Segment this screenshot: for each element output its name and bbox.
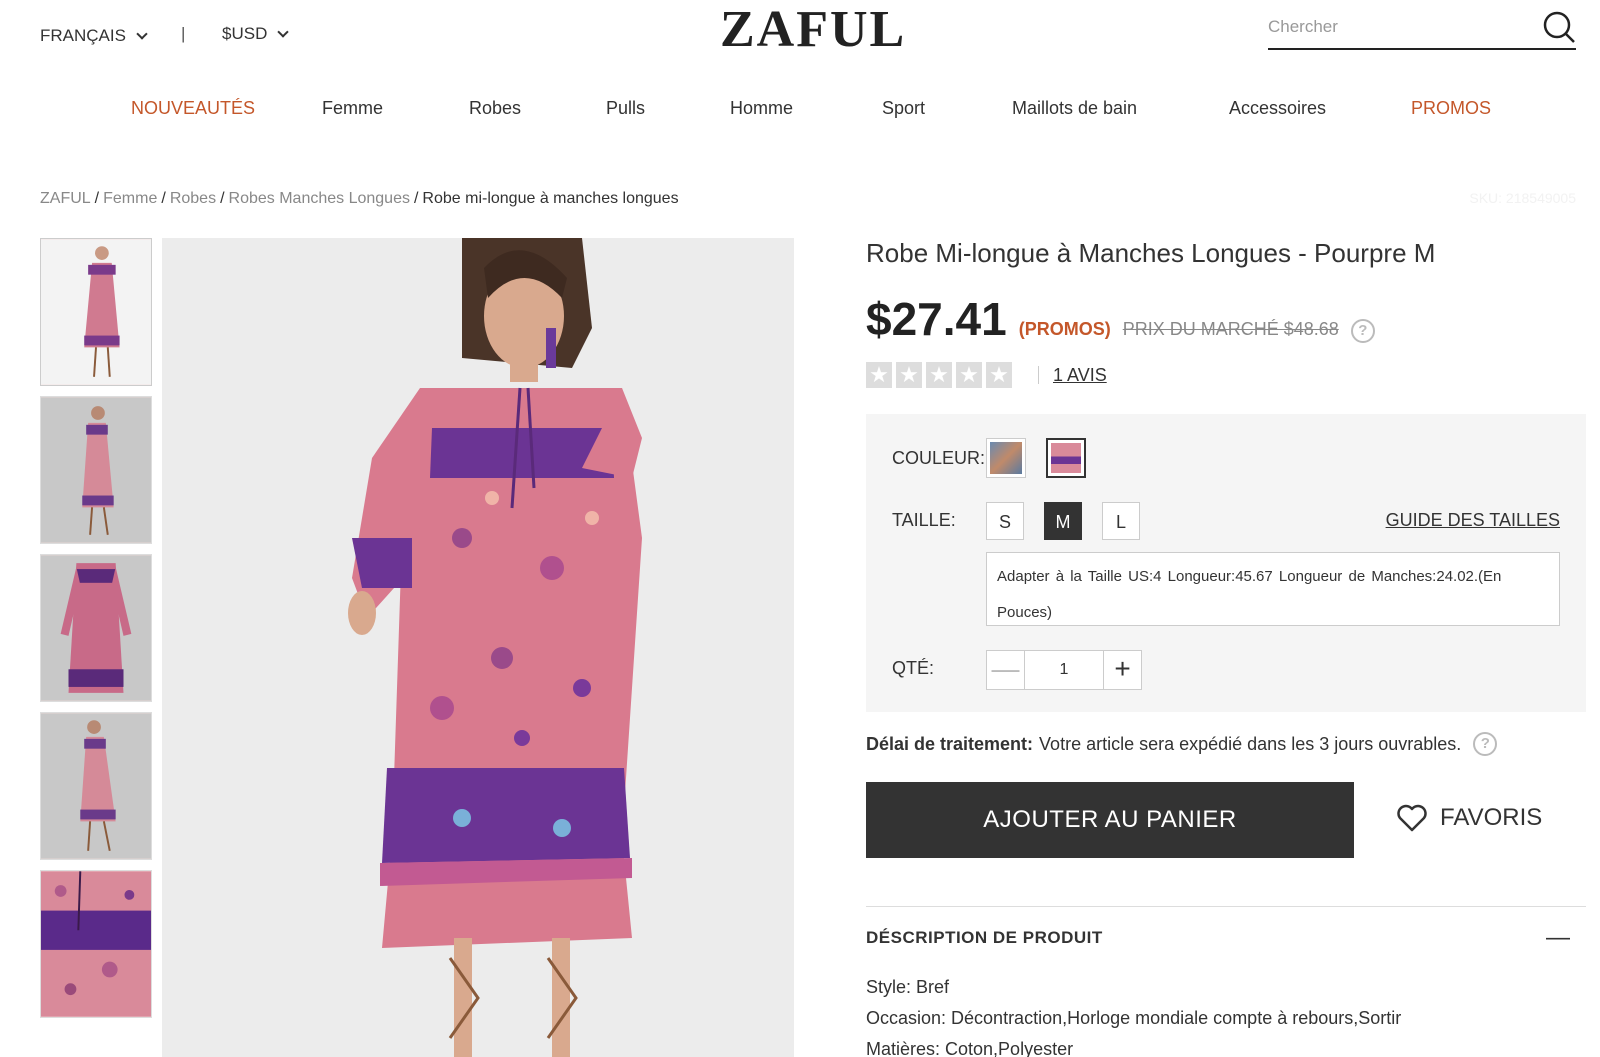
help-icon[interactable]: ? (1473, 732, 1498, 756)
qty-input[interactable] (1025, 651, 1103, 689)
nav-item-accessoires[interactable]: Accessoires (1229, 98, 1326, 119)
rating-row: ★ ★ ★ ★ ★ 1 AVIS (866, 362, 1107, 388)
description-item: Occasion: Décontraction,Horloge mondiale… (866, 1008, 1402, 1028)
nav-item-pulls[interactable]: Pulls (606, 98, 645, 119)
options-panel: COULEUR: TAILLE: S M L GUIDE DES TAILLES… (866, 414, 1586, 712)
processing-time-text: Votre article sera expédié dans les 3 jo… (1039, 733, 1462, 754)
nav-item-nouveautes[interactable]: NOUVEAUTÉS (131, 98, 255, 119)
size-guide-link[interactable]: GUIDE DES TAILLES (1386, 510, 1560, 531)
favorites-button[interactable]: FAVORIS (1396, 804, 1542, 832)
nav-item-maillots[interactable]: Maillots de bain (1012, 98, 1137, 119)
search-input[interactable] (1268, 10, 1528, 44)
description-list: Style: Bref Occasion: Décontraction,Horl… (866, 972, 1401, 1057)
star-icon: ★ (866, 362, 892, 388)
quantity-stepper: — + (986, 650, 1142, 690)
language-label: FRANÇAIS (40, 26, 126, 45)
sku-text: SKU: 218549005 (1469, 190, 1576, 206)
star-icon: ★ (896, 362, 922, 388)
processing-time-label: Délai de traitement: (866, 733, 1034, 754)
breadcrumb-link[interactable]: Robes Manches Longues (229, 190, 410, 207)
thumbnail-image[interactable] (40, 712, 152, 860)
processing-time: Délai de traitement: Votre article sera … (866, 732, 1498, 756)
currency-selector[interactable]: $USD (222, 24, 290, 44)
breadcrumb-separator: / (161, 190, 166, 207)
product-main-image[interactable] (162, 238, 794, 1057)
language-selector[interactable]: FRANÇAIS (40, 26, 148, 46)
heart-icon (1397, 804, 1427, 832)
description-item: Matières: Coton,Polyester (866, 1039, 1074, 1057)
breadcrumb-link[interactable]: ZAFUL (40, 190, 91, 207)
breadcrumb-link[interactable]: Robes (170, 190, 216, 207)
nav-item-femme[interactable]: Femme (322, 98, 383, 119)
thumbnail-image[interactable] (40, 554, 152, 702)
nav-item-robes[interactable]: Robes (469, 98, 521, 119)
thumbnail-image[interactable] (40, 238, 152, 386)
price-row: $27.41 (PROMOS) PRIX DU MARCHÉ $48.68 ? (866, 292, 1375, 346)
header-separator: | (181, 24, 186, 43)
breadcrumb-current: Robe mi-longue à manches longues (422, 190, 679, 207)
color-swatch-blue[interactable] (986, 438, 1026, 478)
chevron-down-icon (277, 26, 290, 38)
reviews-link[interactable]: 1 AVIS (1053, 365, 1107, 386)
search-box (1268, 10, 1576, 50)
star-icon: ★ (986, 362, 1012, 388)
size-option-m[interactable]: M (1044, 502, 1082, 540)
size-info-box: Adapter à la Taille US:4 Longueur:45.67 … (986, 552, 1560, 626)
currency-label: $USD (222, 24, 268, 43)
nav-item-homme[interactable]: Homme (730, 98, 793, 119)
help-icon[interactable]: ? (1350, 319, 1375, 343)
star-icon: ★ (956, 362, 982, 388)
breadcrumb: ZAFUL / Femme / Robes / Robes Manches Longues /… (40, 190, 679, 208)
rating-separator (1038, 366, 1039, 384)
main-nav: NOUVEAUTÉS Femme Robes Pulls Homme Sport… (0, 98, 1600, 126)
product-info: Robe Mi-longue à Manches Longues - Pourp… (866, 238, 1586, 1057)
color-swatch-purple[interactable] (1046, 438, 1086, 478)
nav-item-promos[interactable]: PROMOS (1411, 98, 1491, 119)
divider (866, 906, 1586, 907)
qty-decrease-button[interactable]: — (987, 651, 1025, 689)
breadcrumb-separator: / (220, 190, 225, 207)
collapse-icon[interactable]: — (1546, 924, 1570, 952)
star-icon: ★ (926, 362, 952, 388)
add-to-cart-button[interactable]: AJOUTER AU PANIER (866, 782, 1354, 858)
breadcrumb-separator: / (413, 190, 419, 207)
color-label: COULEUR: (892, 448, 986, 468)
description-title[interactable]: DÉSCRIPTION DE PRODUIT (866, 928, 1103, 948)
product-title: Robe Mi-longue à Manches Longues - Pourp… (866, 238, 1436, 268)
nav-item-sport[interactable]: Sport (882, 98, 925, 119)
logo[interactable]: ZAFUL (720, 0, 906, 59)
rating-stars: ★ ★ ★ ★ ★ (866, 362, 1012, 388)
thumbnail-list (40, 238, 152, 1028)
description-item: Style: Bref (866, 977, 950, 997)
favorites-label: FAVORIS (1440, 804, 1543, 831)
breadcrumb-separator: / (94, 190, 100, 207)
size-option-l[interactable]: L (1102, 502, 1140, 540)
qty-increase-button[interactable]: + (1103, 651, 1141, 689)
thumbnail-image[interactable] (40, 396, 152, 544)
breadcrumb-link[interactable]: Femme (103, 190, 157, 207)
thumbnail-image[interactable] (40, 870, 152, 1018)
qty-label: QTÉ: (892, 658, 935, 678)
top-bar: FRANÇAIS | $USD ZAFUL (0, 0, 1600, 80)
chevron-down-icon (136, 28, 148, 40)
search-icon[interactable] (1542, 10, 1576, 44)
promo-label: (PROMOS) (1018, 319, 1111, 339)
size-label: TAILLE: (892, 510, 956, 530)
product-price: $27.41 (866, 293, 1007, 345)
market-price: PRIX DU MARCHÉ $48.68 (1122, 319, 1339, 339)
size-option-s[interactable]: S (986, 502, 1024, 540)
